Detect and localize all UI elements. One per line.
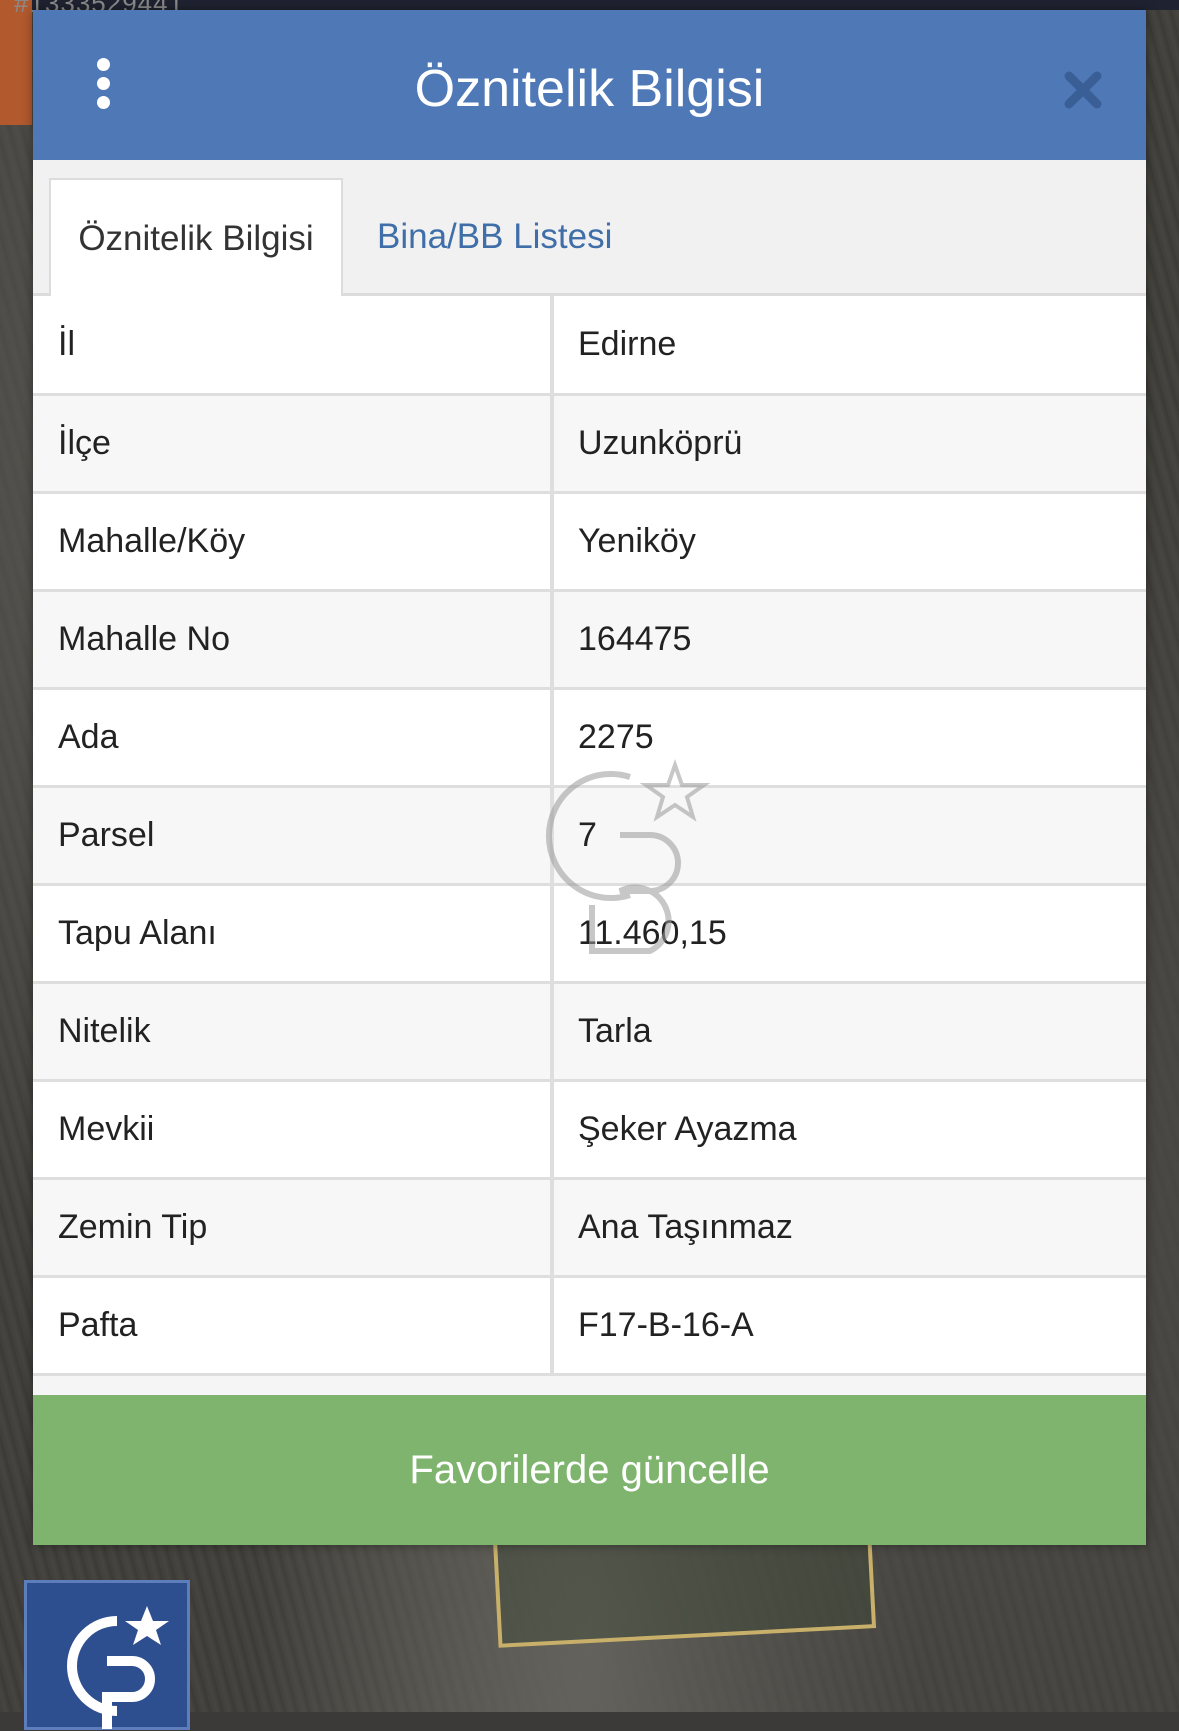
attribute-key: Nitelik	[33, 982, 554, 1082]
attribute-key: Ada	[33, 688, 554, 788]
attribute-value: Yeniköy	[552, 492, 1146, 592]
table-row: Mevkii Şeker Ayazma	[33, 1080, 1146, 1180]
attribute-table: İl Edirne İlçe Uzunköprü Mahalle/Köy Yen…	[33, 296, 1146, 1376]
attribute-modal: Öznitelik Bilgisi Öznitelik Bilgisi Bina…	[33, 10, 1146, 1545]
attribute-key: Tapu Alanı	[33, 884, 554, 984]
table-row: Mahalle/Köy Yeniköy	[33, 492, 1146, 592]
table-row: İlçe Uzunköprü	[33, 394, 1146, 494]
attribute-value: Ana Taşınmaz	[552, 1178, 1146, 1278]
attribute-value: Şeker Ayazma	[552, 1080, 1146, 1180]
table-row: İl Edirne	[33, 296, 1146, 396]
attribute-key: İlçe	[33, 394, 554, 494]
table-row: Nitelik Tarla	[33, 982, 1146, 1082]
attribute-value: 11.460,15	[552, 884, 1146, 984]
table-row: Mahalle No 164475	[33, 590, 1146, 690]
tab-oznitelik-bilgisi[interactable]: Öznitelik Bilgisi	[49, 178, 343, 296]
table-row: Zemin Tip Ana Taşınmaz	[33, 1178, 1146, 1278]
attribute-key: Pafta	[33, 1276, 554, 1376]
attribute-value: Uzunköprü	[552, 394, 1146, 494]
table-row: Pafta F17-B-16-A	[33, 1276, 1146, 1376]
attribute-key: Mahalle No	[33, 590, 554, 690]
attribute-key: İl	[33, 296, 554, 396]
table-row: Tapu Alanı 11.460,15	[33, 884, 1146, 984]
attribute-value: Tarla	[552, 982, 1146, 1082]
attribute-value: F17-B-16-A	[552, 1276, 1146, 1376]
table-row: Ada 2275	[33, 688, 1146, 788]
favorilerde-guncelle-button[interactable]: Favorilerde güncelle	[33, 1395, 1146, 1545]
brand-logo	[24, 1580, 190, 1730]
attribute-value: Edirne	[552, 296, 1146, 396]
attribute-key: Zemin Tip	[33, 1178, 554, 1278]
attribute-key: Mahalle/Köy	[33, 492, 554, 592]
attribute-value: 7	[552, 786, 1146, 886]
tab-bina-bb-listesi[interactable]: Bina/BB Listesi	[377, 178, 612, 296]
attribute-value: 2275	[552, 688, 1146, 788]
tab-bar: Öznitelik Bilgisi Bina/BB Listesi	[33, 160, 1146, 296]
modal-title: Öznitelik Bilgisi	[414, 60, 765, 118]
table-row: Parsel 7	[33, 786, 1146, 886]
close-icon[interactable]	[1063, 70, 1103, 110]
attribute-key: Parsel	[33, 786, 554, 886]
attribute-key: Mevkii	[33, 1080, 554, 1180]
modal-header: Öznitelik Bilgisi	[33, 10, 1146, 160]
attribute-value: 164475	[552, 590, 1146, 690]
